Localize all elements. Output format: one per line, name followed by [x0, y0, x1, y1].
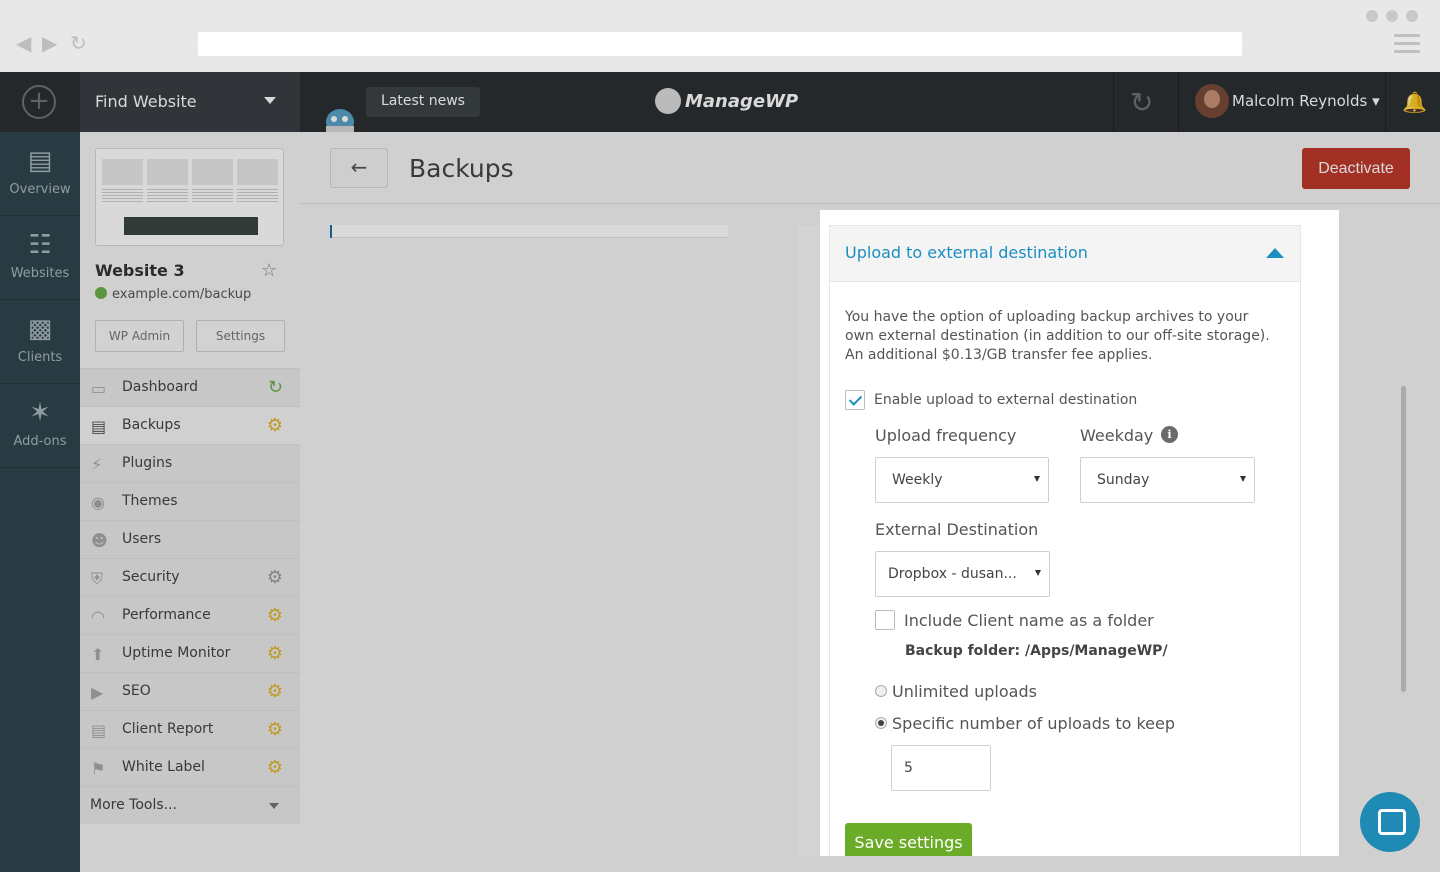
select-arrow-icon [1035, 570, 1041, 576]
enable-upload-checkbox[interactable] [845, 390, 865, 410]
window-dot-icon[interactable] [1406, 10, 1418, 22]
backup-folder-path: Backup folder: /Apps/ManageWP/ [905, 643, 1168, 659]
unlimited-uploads-radio[interactable] [875, 685, 887, 697]
specific-uploads-label: Specific number of uploads to keep [892, 714, 1175, 733]
browser-reload-icon[interactable]: ↻ [70, 32, 87, 54]
external-destination-value: Dropbox - dusan... [888, 566, 1017, 582]
specific-uploads-radio[interactable] [875, 717, 887, 729]
include-client-label: Include Client name as a folder [904, 611, 1154, 630]
weekday-label: Weekday [1080, 426, 1154, 445]
browser-menu-icon[interactable] [1394, 34, 1420, 58]
external-destination-select[interactable]: Dropbox - dusan... [875, 551, 1050, 597]
select-arrow-icon [1034, 476, 1040, 482]
browser-chrome: ◀ ▶ ↻ [0, 0, 1440, 72]
external-destination-label: External Destination [875, 520, 1039, 539]
panel-description: You have the option of uploading backup … [845, 309, 1270, 363]
window-controls [1366, 10, 1418, 22]
weekday-select[interactable]: Sunday [1080, 457, 1255, 503]
save-settings-button[interactable]: Save settings [845, 823, 972, 856]
enable-upload-label: Enable upload to external destination [874, 392, 1138, 408]
info-icon[interactable]: i [1161, 426, 1178, 443]
upload-frequency-value: Weekly [892, 472, 943, 488]
chat-widget-icon[interactable] [1360, 792, 1420, 852]
include-client-checkbox[interactable] [875, 610, 895, 630]
chevron-up-icon[interactable] [1266, 248, 1284, 258]
panel-header[interactable]: Upload to external destination [830, 226, 1300, 282]
panel-title: Upload to external destination [845, 243, 1088, 262]
browser-forward-icon[interactable]: ▶ [42, 32, 57, 54]
window-dot-icon[interactable] [1386, 10, 1398, 22]
weekday-value: Sunday [1097, 472, 1150, 488]
select-arrow-icon [1240, 476, 1246, 482]
external-destination-modal: Upload to external destination You have … [820, 210, 1339, 856]
address-bar[interactable] [198, 32, 1242, 56]
upload-frequency-select[interactable]: Weekly [875, 457, 1049, 503]
uploads-to-keep-input[interactable] [891, 745, 991, 791]
external-destination-panel: Upload to external destination You have … [829, 225, 1301, 856]
browser-back-icon[interactable]: ◀ [16, 32, 31, 54]
upload-frequency-label: Upload frequency [875, 426, 1017, 445]
unlimited-uploads-label: Unlimited uploads [892, 682, 1037, 701]
window-dot-icon[interactable] [1366, 10, 1378, 22]
